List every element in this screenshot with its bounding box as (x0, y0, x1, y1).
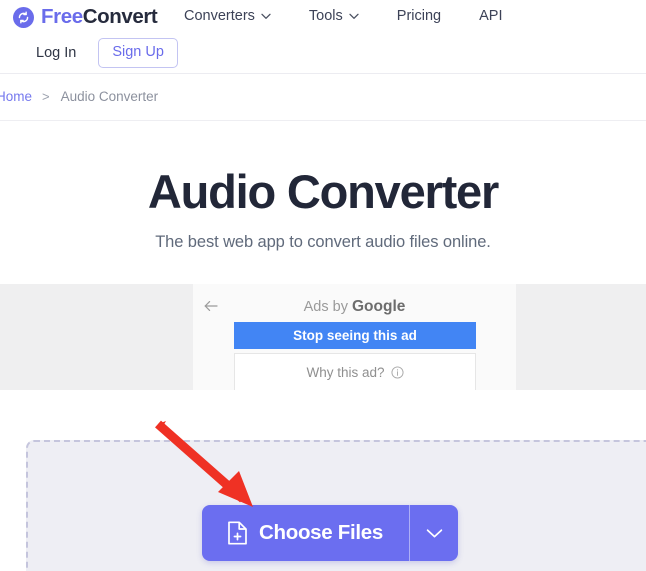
hero-section: Audio Converter The best web app to conv… (0, 121, 646, 284)
google-wordmark: Google (351, 298, 406, 315)
nav-item-converters-label: Converters (184, 8, 255, 24)
brand-logo[interactable]: FreeConvert (13, 3, 158, 31)
upload-section: Choose Files (0, 390, 646, 571)
ads-by-google-label: Ads by Google (193, 298, 516, 316)
why-this-ad-label: Why this ad? (306, 364, 385, 380)
chevron-down-icon (349, 13, 359, 20)
brand-wordmark: FreeConvert (41, 4, 158, 28)
nav-item-converters[interactable]: Converters (184, 8, 271, 24)
page-root: FreeConvert Converters Tools Pricing API… (0, 0, 646, 571)
breadcrumb-item-current: Audio Converter (60, 89, 159, 104)
nav-item-tools[interactable]: Tools (309, 8, 359, 24)
advertisement-band: Ads by Google Stop seeing this ad Why th… (0, 284, 646, 390)
chevron-down-icon (426, 528, 443, 539)
nav-item-api-label: API (479, 8, 503, 24)
breadcrumb-separator: > (42, 89, 50, 104)
nav-item-api[interactable]: API (479, 8, 502, 24)
breadcrumb: Home > Audio Converter (0, 89, 158, 104)
chevron-down-icon (261, 13, 271, 20)
signup-button[interactable]: Sign Up (98, 38, 178, 68)
stop-seeing-this-ad-label: Stop seeing this ad (293, 328, 417, 343)
breadcrumb-item-home[interactable]: Home (0, 89, 32, 104)
main-nav: Converters Tools Pricing API (184, 2, 502, 30)
file-plus-icon (227, 521, 248, 545)
page-subtitle: The best web app to convert audio files … (155, 232, 491, 251)
nav-item-pricing-label: Pricing (396, 8, 442, 24)
advertisement-panel: Ads by Google Stop seeing this ad Why th… (193, 284, 516, 390)
info-circle-icon (390, 365, 404, 379)
ads-by-prefix: Ads by (303, 299, 348, 315)
breadcrumb-bar: Home > Audio Converter (0, 74, 646, 121)
choose-files-button-group: Choose Files (202, 505, 458, 561)
nav-item-tools-label: Tools (308, 8, 343, 24)
choose-files-label: Choose Files (259, 521, 383, 544)
refresh-circle-icon (13, 6, 34, 28)
choose-files-button[interactable]: Choose Files (202, 505, 409, 561)
nav-item-pricing[interactable]: Pricing (397, 8, 441, 24)
choose-files-dropdown-toggle[interactable] (410, 505, 458, 561)
page-title: Audio Converter (147, 165, 499, 218)
auth-actions: Log In Sign Up (36, 38, 178, 68)
login-link[interactable]: Log In (36, 45, 76, 61)
site-header: FreeConvert Converters Tools Pricing API… (0, 0, 646, 74)
stop-seeing-this-ad-button[interactable]: Stop seeing this ad (234, 322, 476, 349)
brand-name-free: Free (41, 4, 83, 28)
brand-name-convert: Convert (82, 4, 158, 28)
why-this-ad-button[interactable]: Why this ad? (234, 353, 476, 390)
